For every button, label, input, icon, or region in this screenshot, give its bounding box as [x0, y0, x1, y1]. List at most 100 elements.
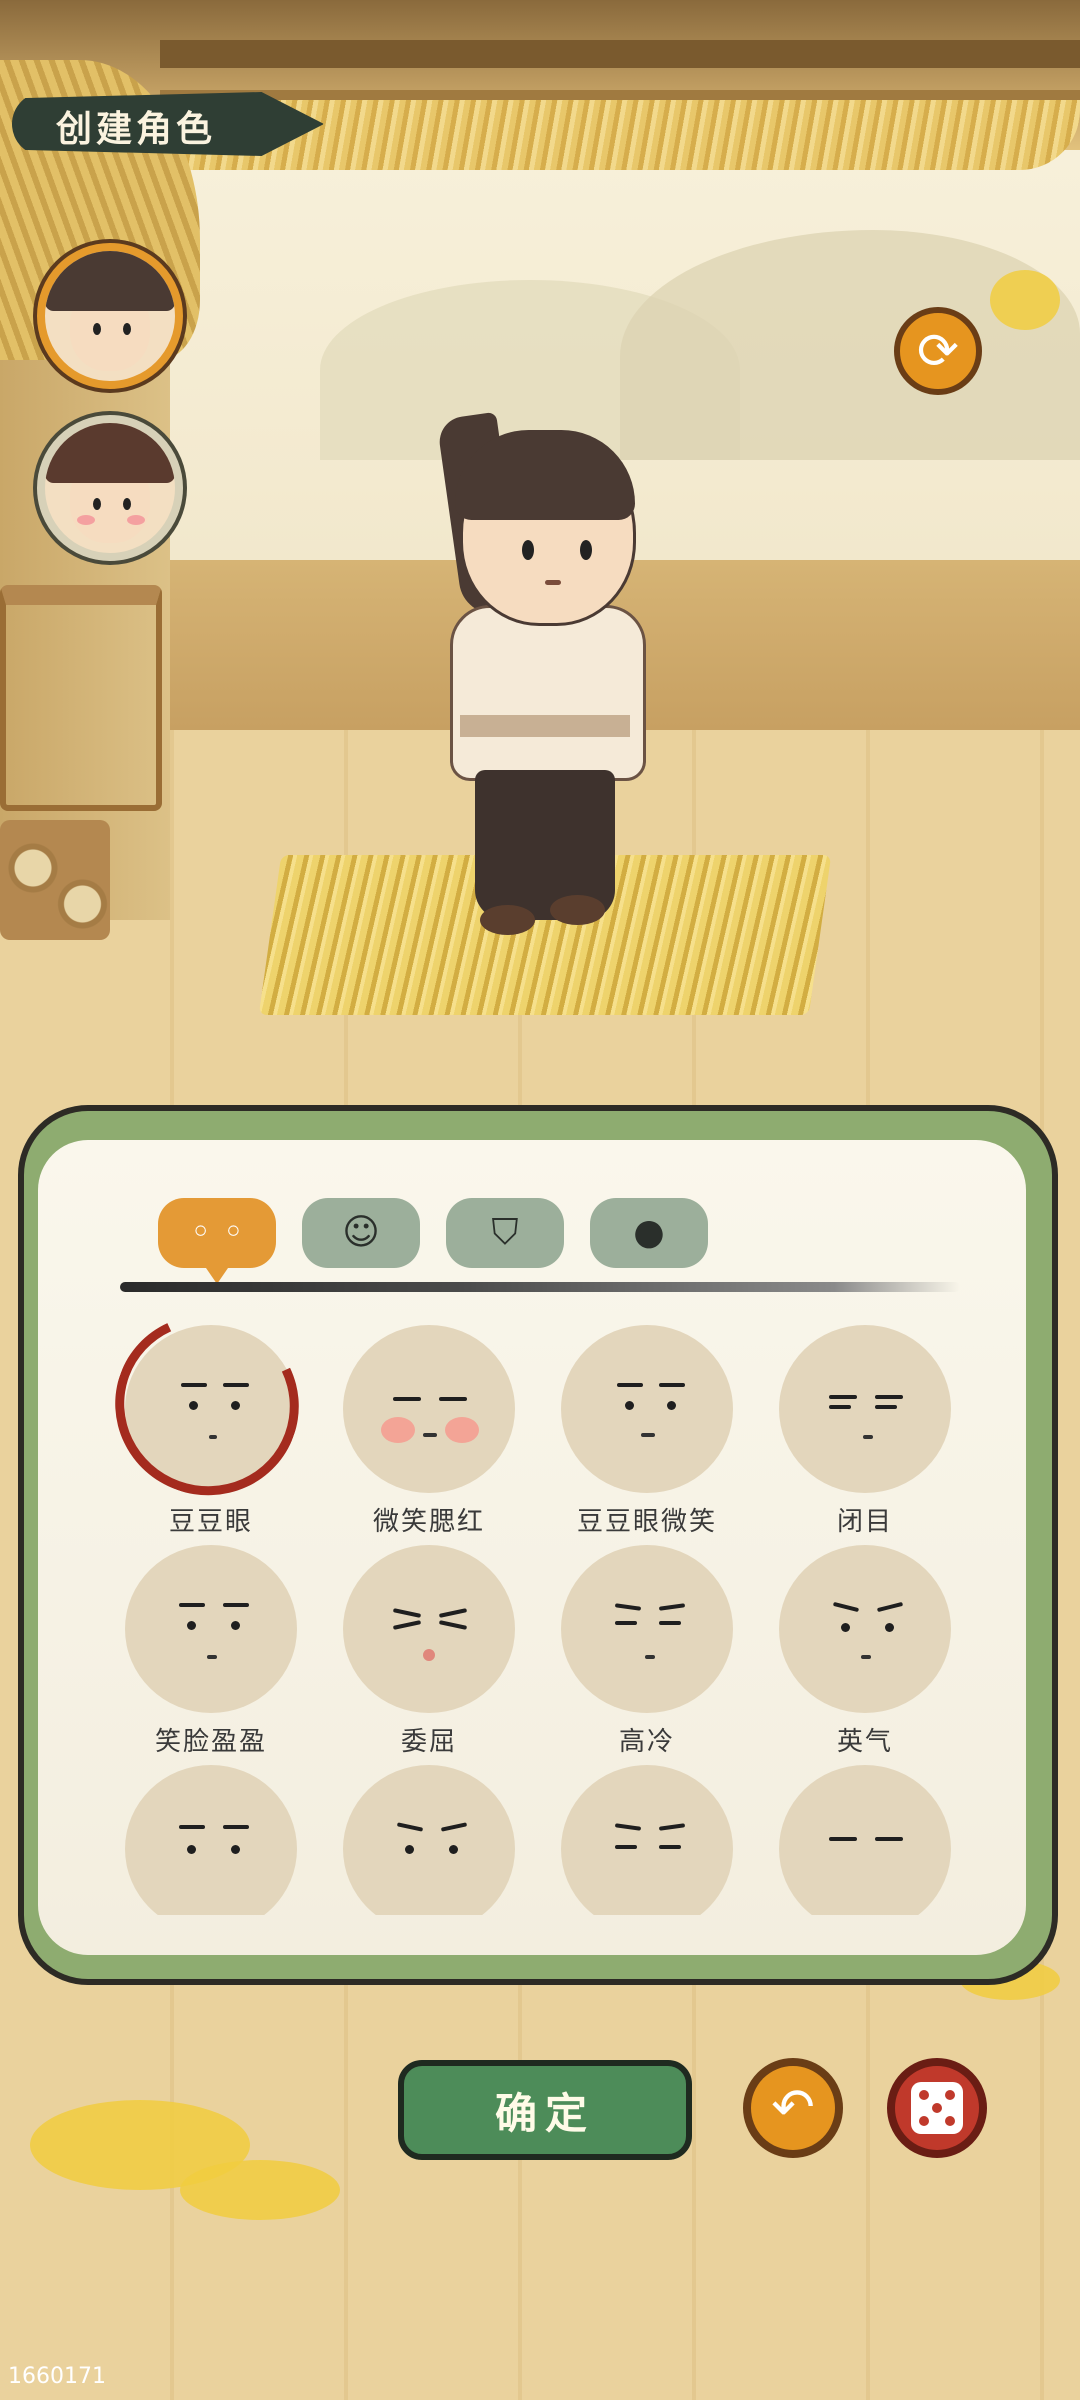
face-mouth — [861, 1655, 871, 1659]
face-mouth — [207, 1655, 217, 1659]
avatar-eye — [93, 323, 101, 335]
blossom-decor — [990, 270, 1060, 330]
character-shoe — [480, 905, 535, 935]
face-preview — [779, 1325, 951, 1493]
face-eye-closed — [829, 1395, 857, 1399]
face-brow — [181, 1383, 207, 1387]
roof-beam — [160, 40, 1080, 68]
face-brow — [658, 1603, 686, 1611]
face-option-8[interactable]: 英气 — [770, 1545, 960, 1758]
hairstyle-icon: ☺ — [342, 1212, 380, 1253]
face-brow — [614, 1823, 642, 1831]
avatar-cheek — [77, 515, 95, 525]
face-option-6[interactable]: 委屈 — [334, 1545, 524, 1758]
character-eye — [522, 540, 534, 560]
face-eye-closed — [438, 1620, 468, 1630]
version-label: 1660171 — [8, 2364, 106, 2389]
face-eye-closed — [392, 1608, 422, 1618]
face-preview — [343, 1765, 515, 1915]
face-eye-closed — [438, 1608, 468, 1618]
face-brow — [223, 1383, 249, 1387]
face-eye — [449, 1845, 458, 1854]
female-avatar-button[interactable] — [37, 415, 183, 561]
male-avatar-button[interactable] — [37, 243, 183, 389]
face-eye-closed — [875, 1837, 903, 1841]
character-shoe — [550, 895, 605, 925]
head-icon: ● — [633, 1212, 665, 1253]
tab-clothing[interactable]: ⛉ — [446, 1198, 564, 1268]
face-preview — [561, 1325, 733, 1493]
clothing-icon: ⛉ — [491, 1212, 519, 1253]
confirm-button[interactable]: 确定 — [398, 2060, 692, 2160]
face-eye — [841, 1623, 850, 1632]
face-option-3[interactable]: 豆豆眼微笑 — [552, 1325, 742, 1538]
wooden-stool — [0, 585, 162, 811]
eyes-icon: ◦ ◦ — [190, 1212, 244, 1253]
face-preview — [561, 1545, 733, 1713]
face-preview — [779, 1545, 951, 1713]
face-preview — [125, 1765, 297, 1915]
face-option-5[interactable]: 笑脸盈盈 — [116, 1545, 306, 1758]
avatar-hair — [45, 251, 175, 311]
face-option-7[interactable]: 高冷 — [552, 1545, 742, 1758]
undo-icon[interactable]: ↶ — [743, 2058, 843, 2158]
face-mouth — [863, 1435, 873, 1439]
face-option-10[interactable] — [334, 1765, 524, 1915]
tab-head[interactable]: ● — [590, 1198, 708, 1268]
face-mouth — [645, 1655, 655, 1659]
face-option-2[interactable]: 微笑腮红 — [334, 1325, 524, 1538]
dice-pip — [945, 2116, 955, 2126]
face-brow — [614, 1603, 642, 1611]
face-option-9[interactable] — [116, 1765, 306, 1915]
face-brow — [876, 1601, 904, 1613]
avatar-cheek — [127, 515, 145, 525]
face-mouth — [209, 1435, 217, 1439]
face-eye — [189, 1401, 198, 1410]
face-brow — [617, 1383, 643, 1387]
face-label: 委屈 — [400, 1727, 457, 1757]
character-belt — [460, 715, 630, 737]
face-label: 豆豆眼微笑 — [576, 1507, 717, 1537]
tab-hairstyle[interactable]: ☺ — [302, 1198, 420, 1268]
face-mouth — [423, 1433, 437, 1437]
face-brow — [658, 1823, 686, 1831]
character-mouth — [545, 580, 561, 585]
face-label: 闭目 — [836, 1507, 893, 1537]
character-shirt — [450, 605, 646, 781]
character-preview[interactable] — [430, 400, 660, 960]
face-option-1[interactable]: 豆豆眼 — [116, 1325, 306, 1538]
face-eye — [187, 1845, 196, 1854]
face-brow — [223, 1825, 249, 1829]
avatar-eye — [123, 498, 131, 510]
face-preview — [125, 1325, 297, 1493]
dice-pip — [919, 2116, 929, 2126]
tab-eyes[interactable]: ◦ ◦ — [158, 1198, 276, 1284]
face-preview — [125, 1545, 297, 1713]
face-brow — [396, 1822, 424, 1832]
face-option-4[interactable]: 闭目 — [770, 1325, 960, 1538]
face-eye-closed — [875, 1395, 903, 1399]
face-mouth — [641, 1433, 655, 1437]
refresh-icon[interactable]: ⟳ — [894, 307, 982, 395]
face-label: 豆豆眼 — [168, 1507, 253, 1537]
face-eye — [659, 1845, 681, 1849]
character-eye — [580, 540, 592, 560]
firewood-logs — [0, 820, 110, 940]
face-option-12[interactable] — [770, 1765, 960, 1915]
avatar-hair — [45, 423, 175, 483]
page-title: 创建角色 — [56, 108, 217, 150]
face-preview — [343, 1545, 515, 1713]
face-eye — [615, 1621, 637, 1625]
dice-icon[interactable] — [887, 2058, 987, 2158]
tab-divider — [120, 1282, 960, 1292]
face-eye — [885, 1623, 894, 1632]
face-eye-closed — [875, 1405, 897, 1409]
face-eye-closed — [829, 1405, 851, 1409]
face-label: 笑脸盈盈 — [154, 1727, 267, 1757]
face-preview — [779, 1765, 951, 1915]
face-eye — [231, 1401, 240, 1410]
face-eye — [659, 1621, 681, 1625]
face-option-11[interactable] — [552, 1765, 742, 1915]
dice-pip — [945, 2090, 955, 2100]
face-eye — [187, 1621, 196, 1630]
